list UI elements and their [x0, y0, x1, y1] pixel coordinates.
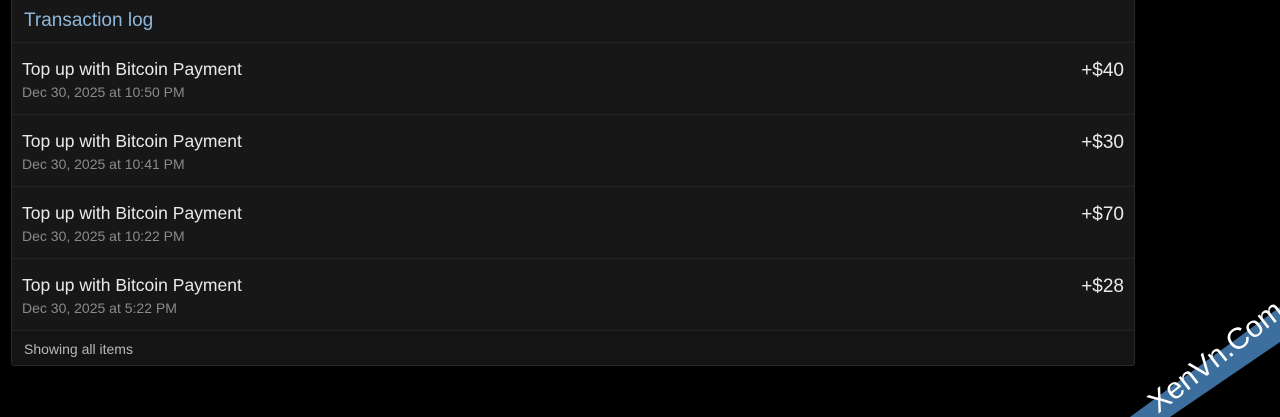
transaction-row[interactable]: Top up with Bitcoin Payment Dec 30, 2025…: [12, 259, 1134, 331]
transaction-amount: +$70: [1081, 204, 1124, 225]
transaction-row[interactable]: Top up with Bitcoin Payment Dec 30, 2025…: [12, 43, 1134, 115]
transaction-amount: +$40: [1081, 60, 1124, 81]
transaction-title: Top up with Bitcoin Payment: [22, 203, 242, 223]
transaction-title: Top up with Bitcoin Payment: [22, 131, 242, 151]
transaction-date: Dec 30, 2025 at 10:50 PM: [22, 84, 185, 100]
transaction-date: Dec 30, 2025 at 5:22 PM: [22, 300, 177, 316]
transaction-date: Dec 30, 2025 at 10:22 PM: [22, 228, 185, 244]
transaction-title: Top up with Bitcoin Payment: [22, 275, 242, 295]
items-count-text: Showing all items: [24, 341, 133, 357]
transaction-log-panel: Transaction log Top up with Bitcoin Paym…: [11, 0, 1135, 366]
panel-title: Transaction log: [24, 10, 154, 31]
transaction-row[interactable]: Top up with Bitcoin Payment Dec 30, 2025…: [12, 187, 1134, 259]
transaction-date: Dec 30, 2025 at 10:41 PM: [22, 156, 185, 172]
transaction-title: Top up with Bitcoin Payment: [22, 59, 242, 79]
transaction-amount: +$30: [1081, 132, 1124, 153]
panel-header: Transaction log: [12, 0, 1134, 43]
panel-footer: Showing all items: [12, 331, 1134, 365]
transaction-row[interactable]: Top up with Bitcoin Payment Dec 30, 2025…: [12, 115, 1134, 187]
watermark-logo: XenVn.Com: [1130, 294, 1280, 417]
